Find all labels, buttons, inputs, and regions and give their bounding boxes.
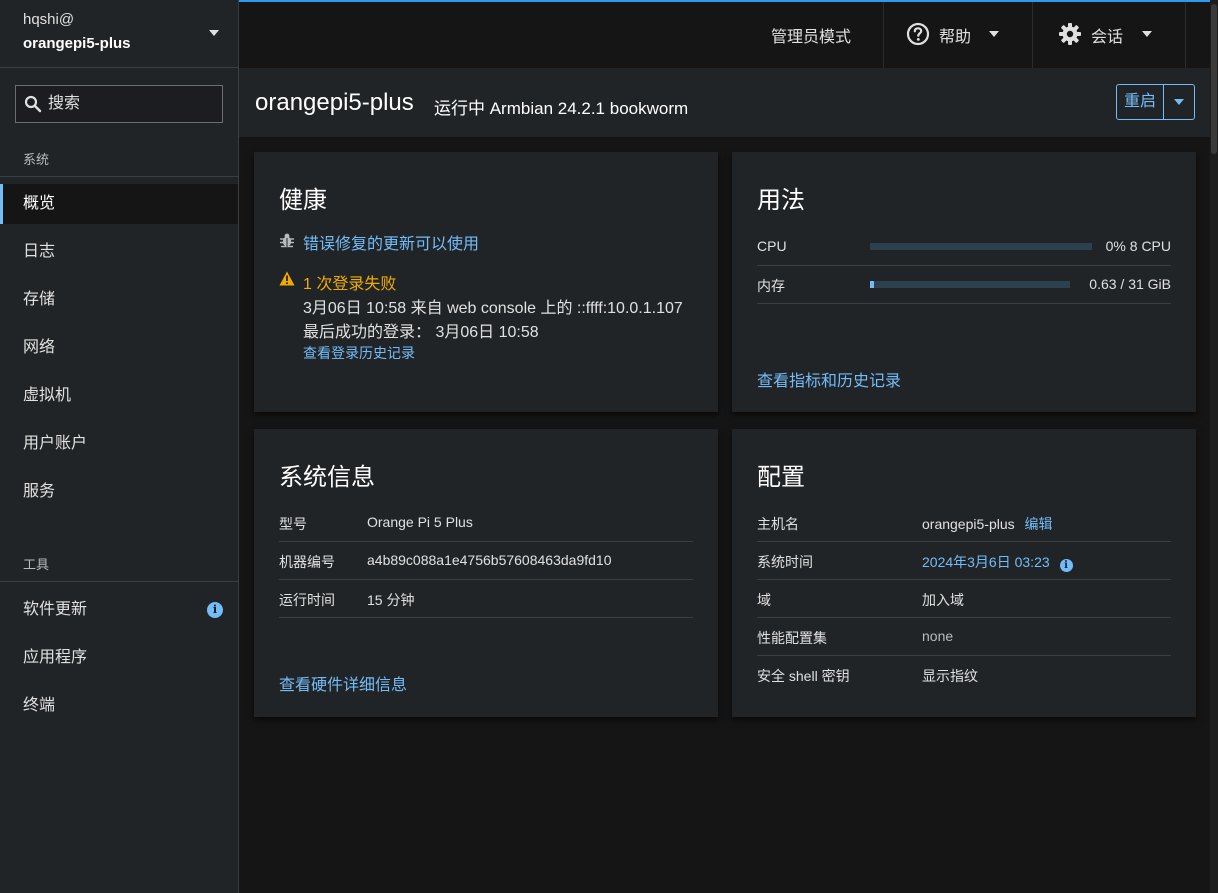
ssh-keys-label: 安全 shell 密钥: [757, 668, 850, 684]
sidebar-item-accounts[interactable]: 用户账户: [0, 424, 238, 464]
scrollbar-thumb[interactable]: [1211, 4, 1217, 154]
host-name: orangepi5-plus: [23, 35, 131, 52]
metrics-history-link[interactable]: 查看指标和历史记录: [757, 367, 901, 391]
join-domain-link[interactable]: 加入域: [922, 590, 964, 610]
nav-divider: [0, 581, 238, 582]
info-icon: i: [207, 602, 223, 618]
restart-split-button: 重启: [1116, 84, 1195, 120]
nav-divider: [0, 176, 238, 177]
session-label: 会话: [1091, 29, 1124, 46]
sidebar-item-storage[interactable]: 存储: [0, 280, 238, 320]
uptime-label: 运行时间: [279, 592, 335, 608]
health-card: 健康 错误修复的更新可以使用 1 次登录失败 3月06日 10:58 来自 we…: [254, 152, 718, 412]
restart-options-toggle[interactable]: [1164, 85, 1194, 119]
usage-card-title: 用法: [757, 187, 805, 214]
sidebar-item-services[interactable]: 服务: [0, 472, 238, 512]
updates-available-link[interactable]: 错误修复的更新可以使用: [303, 230, 479, 254]
restart-button[interactable]: 重启: [1117, 85, 1164, 119]
nav-section-tools: 工具: [23, 557, 50, 572]
page-subtitle: 运行中 Armbian 24.2.1 bookworm: [434, 99, 689, 118]
usage-card: 用法 CPU 0% 8 CPU 内存 0.63 / 31 GiB 查看指标和历史…: [732, 152, 1196, 412]
edit-hostname-link[interactable]: 编辑: [1025, 516, 1053, 532]
hostname-value: orangepi5-plus 编辑: [922, 514, 1053, 534]
scrollbar[interactable]: [1210, 0, 1218, 893]
sidebar-item-terminal[interactable]: 终端: [0, 686, 238, 726]
row-divider: [757, 617, 1171, 618]
sidebar-item-overview[interactable]: 概览: [0, 184, 238, 224]
cpu-label: CPU: [757, 238, 787, 254]
performance-profile-label: 性能配置集: [757, 630, 827, 646]
chevron-down-icon: [209, 30, 219, 36]
sidebar-item-networking[interactable]: 网络: [0, 328, 238, 368]
sidebar-item-label: 软件更新: [23, 601, 88, 618]
gear-icon: [1059, 23, 1081, 45]
sidebar-item-logs[interactable]: 日志: [0, 232, 238, 272]
bug-icon: [280, 233, 294, 248]
memory-progress-fill: [870, 281, 874, 288]
admin-mode-label: 管理员模式: [771, 29, 852, 46]
row-divider: [279, 541, 693, 542]
system-info-card-title: 系统信息: [279, 464, 375, 491]
machine-id-label: 机器编号: [279, 554, 335, 570]
row-divider: [757, 541, 1171, 542]
sidebar-item-applications[interactable]: 应用程序: [0, 638, 238, 678]
memory-value: 0.63 / 31 GiB: [1089, 276, 1171, 292]
login-history-link[interactable]: 查看登录历史记录: [303, 343, 415, 363]
last-successful-login: 最后成功的登录： 3月06日 10:58: [303, 324, 539, 341]
search-box: [15, 85, 223, 123]
memory-progress-bar: [870, 281, 1070, 288]
row-divider: [757, 655, 1171, 656]
session-menu-button[interactable]: 会话: [1033, 2, 1185, 68]
search-icon: [24, 95, 42, 113]
system-time-label: 系统时间: [757, 554, 813, 570]
cpu-progress-bar: [870, 243, 1092, 250]
system-info-card: 系统信息 型号 Orange Pi 5 Plus 机器编号 a4b89c088a…: [254, 429, 718, 717]
domain-label: 域: [757, 592, 771, 608]
page-title: orangepi5-plus: [255, 89, 414, 116]
configuration-card: 配置 主机名 orangepi5-plus 编辑 系统时间 2024年3月6日 …: [732, 429, 1196, 717]
help-icon: [906, 22, 930, 46]
hostname-label: 主机名: [757, 516, 799, 532]
system-time-value: 2024年3月6日 03:23 i: [922, 552, 1073, 572]
failed-login-detail: 3月06日 10:58 来自 web console 上的 ::ffff:10.…: [303, 300, 683, 317]
hardware-details-link[interactable]: 查看硬件详细信息: [279, 671, 407, 695]
row-divider: [757, 303, 1171, 304]
memory-label: 内存: [757, 278, 785, 294]
help-menu-button[interactable]: 帮助: [884, 2, 1032, 68]
row-divider: [757, 265, 1171, 266]
warning-icon: [279, 271, 295, 286]
divider: [1185, 2, 1186, 68]
host-switcher[interactable]: hqshi@ orangepi5-plus: [0, 0, 238, 68]
sidebar-item-software-updates[interactable]: 软件更新 i: [0, 590, 238, 630]
top-bar: 管理员模式 帮助 会话: [239, 0, 1218, 68]
chevron-down-icon: [1174, 99, 1184, 105]
model-label: 型号: [279, 516, 307, 532]
chevron-down-icon: [989, 31, 999, 37]
help-label: 帮助: [939, 29, 972, 46]
info-icon[interactable]: i: [1059, 559, 1073, 572]
search-input[interactable]: [48, 86, 218, 122]
health-card-title: 健康: [279, 187, 327, 214]
machine-id-value: a4b89c088a1e4756b57608463da9fd10: [367, 552, 612, 568]
nav-section-system: 系统: [23, 152, 50, 167]
model-value: Orange Pi 5 Plus: [367, 514, 473, 530]
show-fingerprints-link[interactable]: 显示指纹: [922, 666, 978, 686]
page-header: orangepi5-plus 运行中 Armbian 24.2.1 bookwo…: [239, 68, 1218, 138]
row-divider: [279, 579, 693, 580]
hostname-text: orangepi5-plus: [922, 516, 1015, 532]
configuration-card-title: 配置: [757, 464, 805, 491]
admin-mode-button[interactable]: 管理员模式: [755, 2, 883, 68]
performance-profile-value[interactable]: none: [922, 628, 953, 644]
sidebar: hqshi@ orangepi5-plus 系统 概览 日志 存储 网络 虚拟机…: [0, 0, 239, 893]
sidebar-item-virtual-machines[interactable]: 虚拟机: [0, 376, 238, 416]
chevron-down-icon: [1142, 31, 1152, 37]
system-time-link[interactable]: 2024年3月6日 03:23: [922, 554, 1050, 570]
failed-login-alert: 1 次登录失败: [303, 276, 397, 293]
cpu-value: 0% 8 CPU: [1105, 238, 1171, 254]
row-divider: [757, 579, 1171, 580]
host-user: hqshi@: [23, 11, 75, 28]
row-divider: [279, 617, 693, 618]
uptime-value: 15 分钟: [367, 592, 415, 608]
